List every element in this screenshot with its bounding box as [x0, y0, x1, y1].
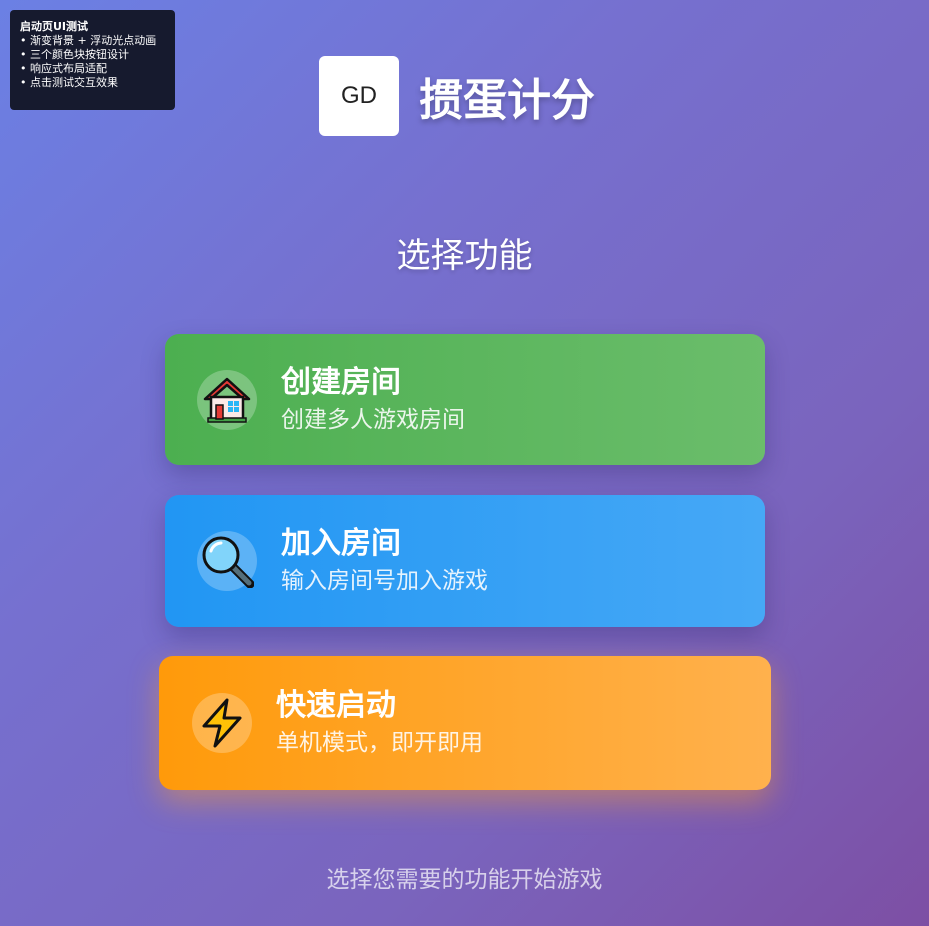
info-line: • 点击测试交互效果 — [20, 76, 118, 89]
test-info-panel: 启动页UI测试 • 渐变背景 + 浮动光点动画 • 三个颜色块按钮设计 • 响应… — [10, 10, 175, 110]
card-description: 单机模式，即开即用 — [276, 730, 483, 756]
card-title: 加入房间 — [281, 526, 401, 561]
info-line: • 响应式布局适配 — [20, 62, 107, 75]
info-line: • 三个颜色块按钮设计 — [20, 48, 129, 61]
info-title: 启动页UI测试 — [20, 20, 89, 33]
card-title: 快速启动 — [276, 688, 396, 723]
join-room-button[interactable]: 加入房间 输入房间号加入游戏 — [165, 495, 765, 627]
house-icon — [197, 369, 257, 430]
card-description: 创建多人游戏房间 — [281, 406, 465, 433]
app-logo: GD — [319, 56, 399, 136]
create-room-button[interactable]: 创建房间 创建多人游戏房间 — [165, 334, 765, 465]
page-subtitle: 选择功能 — [396, 236, 533, 276]
footer-hint: 选择您需要的功能开始游戏 — [326, 867, 603, 893]
app-title: 掼蛋计分 — [419, 75, 595, 126]
magnifier-icon — [197, 531, 257, 591]
lightning-icon — [192, 693, 252, 753]
quick-start-button[interactable]: 快速启动 单机模式，即开即用 — [159, 656, 771, 790]
card-description: 输入房间号加入游戏 — [281, 568, 488, 594]
card-title: 创建房间 — [281, 364, 401, 400]
app-header: GD 掼蛋计分 — [319, 56, 595, 136]
info-line: • 渐变背景 + 浮动光点动画 — [20, 34, 157, 47]
logo-text: GD — [341, 82, 377, 109]
